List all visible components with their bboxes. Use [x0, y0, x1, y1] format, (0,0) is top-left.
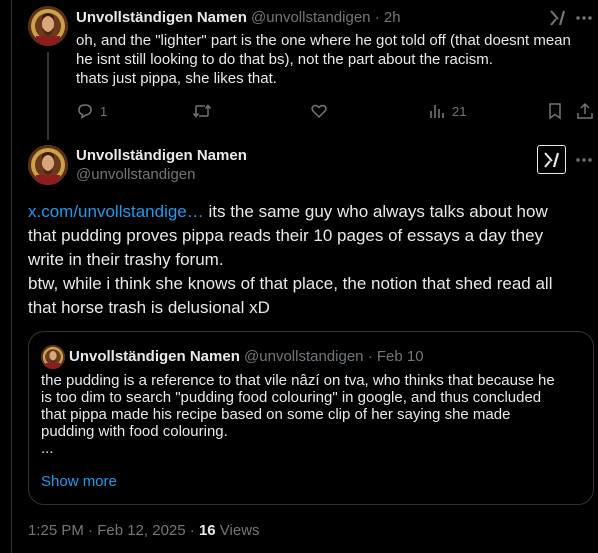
tweet-text-fragment: its the same guy who always talks about … — [203, 202, 548, 221]
post-timestamp[interactable]: 1:25 PM · Feb 12, 2025 · — [28, 522, 195, 539]
quote-header: Unvollständigen Namen @unvollstandigen ·… — [69, 348, 424, 365]
heart-icon — [311, 104, 327, 119]
quote-text: the pudding is a reference to that vile … — [41, 372, 581, 457]
show-more-link[interactable]: Show more — [41, 473, 117, 490]
timestamp[interactable]: · 2h — [375, 9, 401, 26]
tweet-footer: 1:25 PM · Feb 12, 2025 · 16 Views — [28, 522, 260, 539]
analytics-icon — [430, 105, 444, 118]
views-count: 21 — [452, 103, 467, 119]
more-options-icon[interactable] — [574, 8, 594, 28]
views-count: 16 — [198, 522, 216, 539]
handle[interactable]: @unvollstandigen — [76, 166, 195, 183]
tweet-1-actions: 1 21 — [76, 102, 598, 122]
tweet-text-line: that pudding proves pippa reads their 10… — [28, 226, 544, 245]
ellipsis-icon — [576, 16, 592, 20]
quote-date: · Feb 10 — [367, 348, 424, 365]
bookmark-button[interactable] — [546, 102, 564, 120]
reply-icon — [78, 104, 92, 120]
tweet-2-text: x.com/unvollstandige… its the same guy w… — [28, 200, 593, 320]
grok-icon — [543, 151, 559, 168]
handle[interactable]: @unvollstandigen — [251, 9, 370, 26]
thread-connector-line — [47, 52, 49, 140]
share-icon — [577, 102, 593, 119]
display-name[interactable]: Unvollständigen Namen — [76, 9, 247, 26]
avatar[interactable] — [28, 6, 68, 46]
tweet-text-line: oh, and the "lighter" part is the one wh… — [76, 32, 571, 49]
bookmark-icon — [549, 103, 561, 120]
tweet-1-text: oh, and the "lighter" part is the one wh… — [76, 31, 596, 88]
grok-button[interactable] — [537, 145, 566, 174]
reply-count: 1 — [100, 103, 108, 119]
tweet-1-header: Unvollständigen Namen @unvollstandigen ·… — [76, 9, 401, 26]
tweet-text-line: write in their trashy forum. — [28, 250, 224, 269]
like-button[interactable] — [310, 102, 328, 120]
more-options-icon[interactable] — [574, 150, 594, 170]
tweet-text-line: that horse trash is delusional xD — [28, 298, 270, 317]
reply-button[interactable]: 1 — [76, 102, 107, 120]
quote-text-line: that pippa made his recipe based on some… — [41, 406, 511, 423]
tweet-link[interactable]: x.com/unvollstandige… — [28, 202, 204, 221]
avatar-portrait-icon — [28, 145, 68, 185]
quote-avatar — [41, 345, 65, 369]
repost-button[interactable] — [192, 102, 212, 120]
quote-text-line: pudding with food colouring. — [41, 423, 228, 440]
share-button[interactable] — [576, 102, 594, 120]
tweet-text-line: thats just pippa, she likes that. — [76, 70, 277, 87]
views-label: Views — [219, 522, 260, 539]
quote-text-line: is too dim to search "pudding food colou… — [41, 389, 542, 406]
tweet-text-line: btw, while i think she knows of that pla… — [28, 274, 553, 293]
grok-icon[interactable] — [548, 8, 568, 28]
display-name[interactable]: Unvollständigen Namen — [76, 147, 247, 164]
repost-icon — [192, 104, 212, 118]
quote-handle: @unvollstandigen — [244, 348, 364, 365]
quoted-tweet[interactable]: Unvollständigen Namen @unvollstandigen ·… — [28, 331, 594, 505]
quote-text-line: the pudding is a reference to that vile … — [41, 372, 555, 389]
quote-display-name: Unvollständigen Namen — [69, 348, 240, 365]
avatar[interactable] — [28, 145, 68, 185]
timeline-left-border — [11, 0, 12, 553]
tweet-text-line: he isnt still looking to do that bs), no… — [76, 51, 493, 68]
grok-glyph-icon — [550, 10, 566, 26]
avatar-portrait-icon — [41, 345, 65, 369]
avatar-portrait-icon — [28, 6, 68, 46]
ellipsis-icon — [576, 158, 592, 162]
views-button[interactable]: 21 — [428, 102, 466, 120]
quote-text-line: ... — [41, 440, 54, 457]
tweet-text-line: x.com/unvollstandige… its the same guy w… — [28, 200, 593, 224]
